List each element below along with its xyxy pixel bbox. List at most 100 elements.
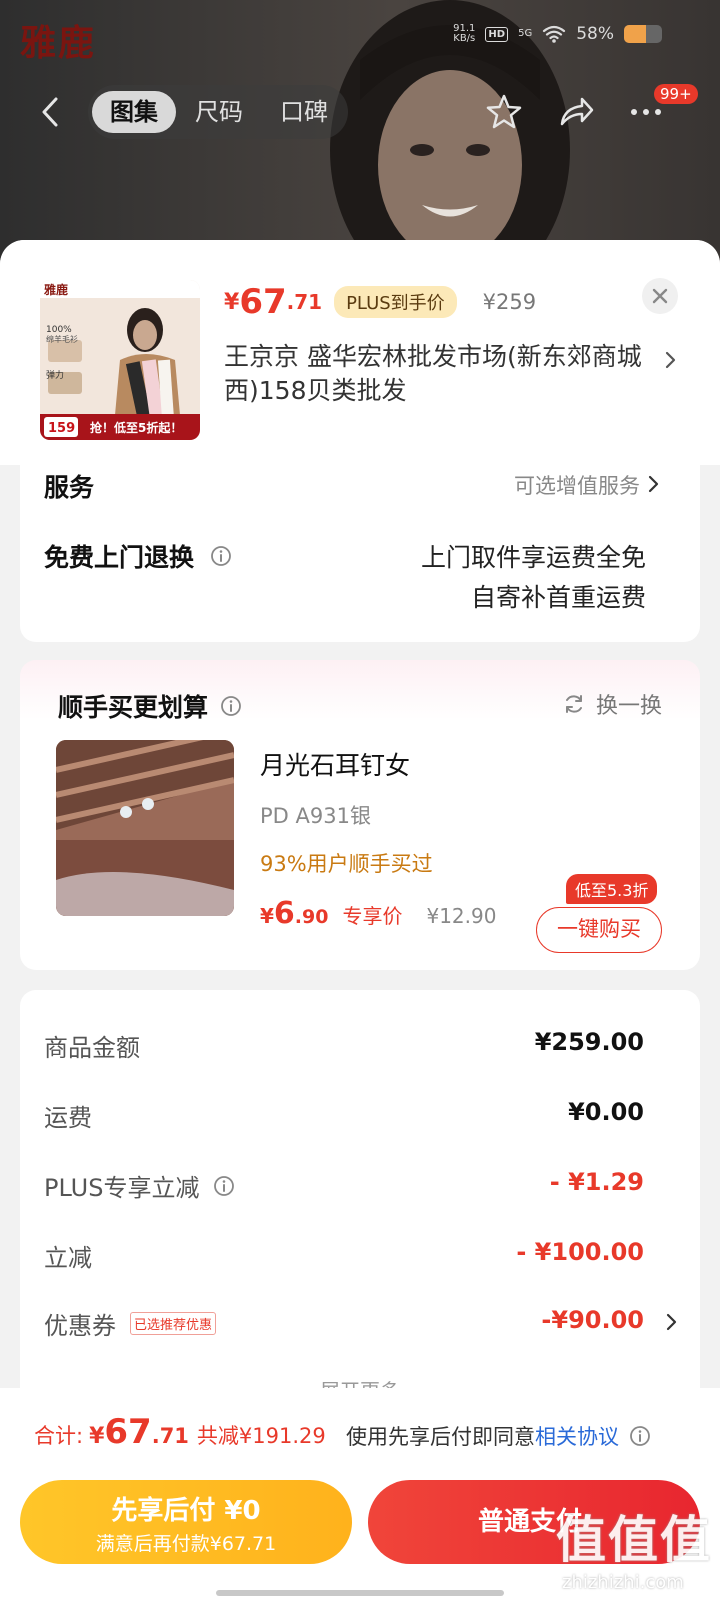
network-speed: 91.1 KB/s	[453, 23, 476, 44]
wifi-icon	[543, 25, 566, 43]
site-watermark: 值值值 zhizhizhi.com	[556, 1500, 716, 1596]
sweater-product-image: 雅鹿 100% 绵羊毛衫 弹力 159 抢！低至5折起！	[40, 280, 200, 440]
thumb-line1: 100%	[46, 325, 72, 335]
info-icon[interactable]	[629, 1425, 651, 1447]
total-integer: 67	[104, 1412, 152, 1452]
fee-label-text: PLUS专享立减	[44, 1174, 200, 1202]
free-return-label: 免费上门退换	[44, 543, 195, 572]
brand-logo: 雅鹿	[20, 14, 96, 66]
original-price: ¥259	[482, 290, 537, 314]
message-badge: 99+	[654, 84, 698, 104]
fee-row-plus-discount: PLUS专享立减 - ¥1.29	[44, 1168, 644, 1204]
thumb-brand-text: 雅鹿	[43, 282, 68, 297]
swap-label: 换一换	[595, 694, 662, 719]
price-row: ¥ 67 .71 PLUS到手价 ¥259	[224, 282, 536, 322]
return-desc-line1: 上门取件享运费全免	[420, 543, 646, 572]
info-icon[interactable]	[220, 695, 242, 717]
fee-value: - ¥1.29	[549, 1168, 644, 1196]
star-icon[interactable]	[484, 92, 524, 132]
free-return-row: 免费上门退换	[44, 538, 232, 574]
close-icon	[652, 288, 668, 304]
signal-5g-icon: 5G	[518, 28, 533, 39]
price-breakdown-card: 商品金额 ¥259.00 运费 ¥0.00 PLUS专享立减 - ¥1.29 立…	[20, 990, 700, 1430]
addon-exclusive-tag: 专享价	[342, 904, 403, 928]
fee-label: 立减	[44, 1244, 92, 1272]
home-indicator[interactable]	[216, 1590, 504, 1596]
earring-box-image	[56, 740, 234, 916]
optional-service-link[interactable]: 可选增值服务	[514, 470, 640, 500]
tab-reviews[interactable]: 口碑	[266, 91, 342, 133]
free-return-desc: 上门取件享运费全免 自寄补首重运费	[421, 538, 646, 618]
close-button[interactable]	[642, 278, 678, 314]
thumb-price: 159	[48, 421, 75, 436]
pay-later-label: 先享后付 ¥0	[111, 1496, 261, 1526]
total-label: 合计:	[34, 1424, 84, 1448]
total-decimal: .71	[151, 1424, 189, 1448]
addon-currency: ¥	[260, 904, 274, 928]
total-currency: ¥	[89, 1424, 105, 1449]
plus-price-badge: PLUS到手价	[334, 286, 457, 318]
service-title: 服务	[44, 473, 95, 502]
status-bar: 91.1 KB/s HD 5G 58%	[453, 24, 662, 44]
fee-value: - ¥100.00	[516, 1238, 644, 1266]
fee-value: ¥259.00	[534, 1028, 644, 1056]
share-icon[interactable]	[556, 92, 596, 132]
fee-value: ¥0.00	[568, 1098, 644, 1126]
pay-later-button[interactable]: 先享后付 ¥0 满意后再付款¥67.71	[20, 1480, 352, 1564]
one-click-buy-button[interactable]: 一键购买	[536, 907, 662, 953]
total-row: 合计: ¥ 67 .71 共减¥191.29	[34, 1412, 326, 1452]
addon-title: 顺手买更划算	[58, 688, 242, 724]
pay-later-sublabel: 满意后再付款¥67.71	[95, 1533, 277, 1555]
product-thumbnail[interactable]: 雅鹿 100% 绵羊毛衫 弹力 159 抢！低至5折起！	[40, 280, 200, 440]
coupon-chevron-icon	[666, 1313, 677, 1331]
shipping-address[interactable]: 王京京 盛华宏林批发市场(新东郊商城西)158贝类批发	[224, 340, 654, 408]
battery-percent: 58%	[576, 24, 614, 44]
thumb-banner-text: 抢！低至5折起！	[90, 420, 182, 435]
fee-row-shipping: 运费 ¥0.00	[44, 1098, 644, 1134]
back-icon[interactable]	[36, 96, 66, 128]
addon-product-sku: PD A931银	[260, 804, 371, 828]
fee-value: -¥90.00	[541, 1306, 644, 1334]
addon-recommendation-card: 顺手买更划算 换一换 月光石耳钉女 PD A931银 93%用户顺手买过 ¥ 6…	[20, 660, 700, 970]
total-saved: 共减¥191.29	[196, 1424, 326, 1448]
price-integer: 67	[239, 282, 287, 322]
refresh-icon	[565, 695, 582, 713]
price-decimal: .71	[286, 290, 323, 314]
addon-price-integer: 6	[273, 896, 295, 931]
fee-label: 优惠券 已选推荐优惠	[44, 1306, 217, 1341]
product-summary: 雅鹿 100% 绵羊毛衫 弹力 159 抢！低至5折起！ ¥ 67 .71 PL…	[0, 240, 720, 465]
gallery-tab-switcher: 图集 尺码 口碑	[88, 85, 348, 139]
service-chevron-icon	[648, 475, 659, 493]
agreement-link[interactable]: 相关协议	[535, 1421, 619, 1451]
hd-icon: HD	[485, 26, 509, 42]
fee-label: PLUS专享立减	[44, 1168, 235, 1203]
thumb-line3: 弹力	[46, 369, 64, 381]
return-desc-line2: 自寄补首重运费	[470, 583, 646, 612]
price-currency: ¥	[224, 289, 240, 315]
watermark-logo: 值值值	[556, 1511, 712, 1569]
tab-gallery[interactable]: 图集	[92, 91, 176, 133]
info-icon[interactable]	[213, 1175, 235, 1197]
tab-size[interactable]: 尺码	[186, 91, 252, 133]
fee-label-text: 优惠券	[44, 1312, 116, 1340]
addon-price-row: ¥ 6 .90 专享价 ¥12.90	[260, 896, 496, 931]
fee-row-instant-discount: 立减 - ¥100.00	[44, 1238, 644, 1274]
coupon-selected-tag: 已选推荐优惠	[130, 1312, 217, 1335]
thumb-line2: 绵羊毛衫	[46, 334, 78, 344]
info-icon[interactable]	[210, 545, 232, 567]
battery-icon	[624, 25, 662, 43]
swap-button[interactable]: 换一换	[562, 688, 662, 720]
service-card: 服务 可选增值服务 免费上门退换 上门取件享运费全免 自寄补首重运费	[20, 460, 700, 642]
fee-row-coupon[interactable]: 优惠券 已选推荐优惠 -¥90.00	[44, 1306, 680, 1342]
addon-price-decimal: .90	[294, 906, 329, 928]
addon-bought-percent: 93%用户顺手买过	[260, 852, 433, 876]
top-nav: 图集 尺码 口碑 99+	[0, 82, 720, 142]
addon-product-image[interactable]	[56, 740, 234, 916]
addon-original-price: ¥12.90	[426, 904, 497, 928]
watermark-url: zhizhizhi.com	[562, 1572, 684, 1593]
addon-product-name[interactable]: 月光石耳钉女	[260, 746, 410, 782]
brand-logo-text: 雅鹿	[20, 22, 97, 64]
address-chevron-icon	[665, 351, 676, 369]
product-gallery-banner[interactable]: 雅鹿 91.1 KB/s HD 5G 58% 图集 尺码 口碑 99+	[0, 0, 720, 270]
fee-label: 商品金额	[44, 1034, 140, 1062]
